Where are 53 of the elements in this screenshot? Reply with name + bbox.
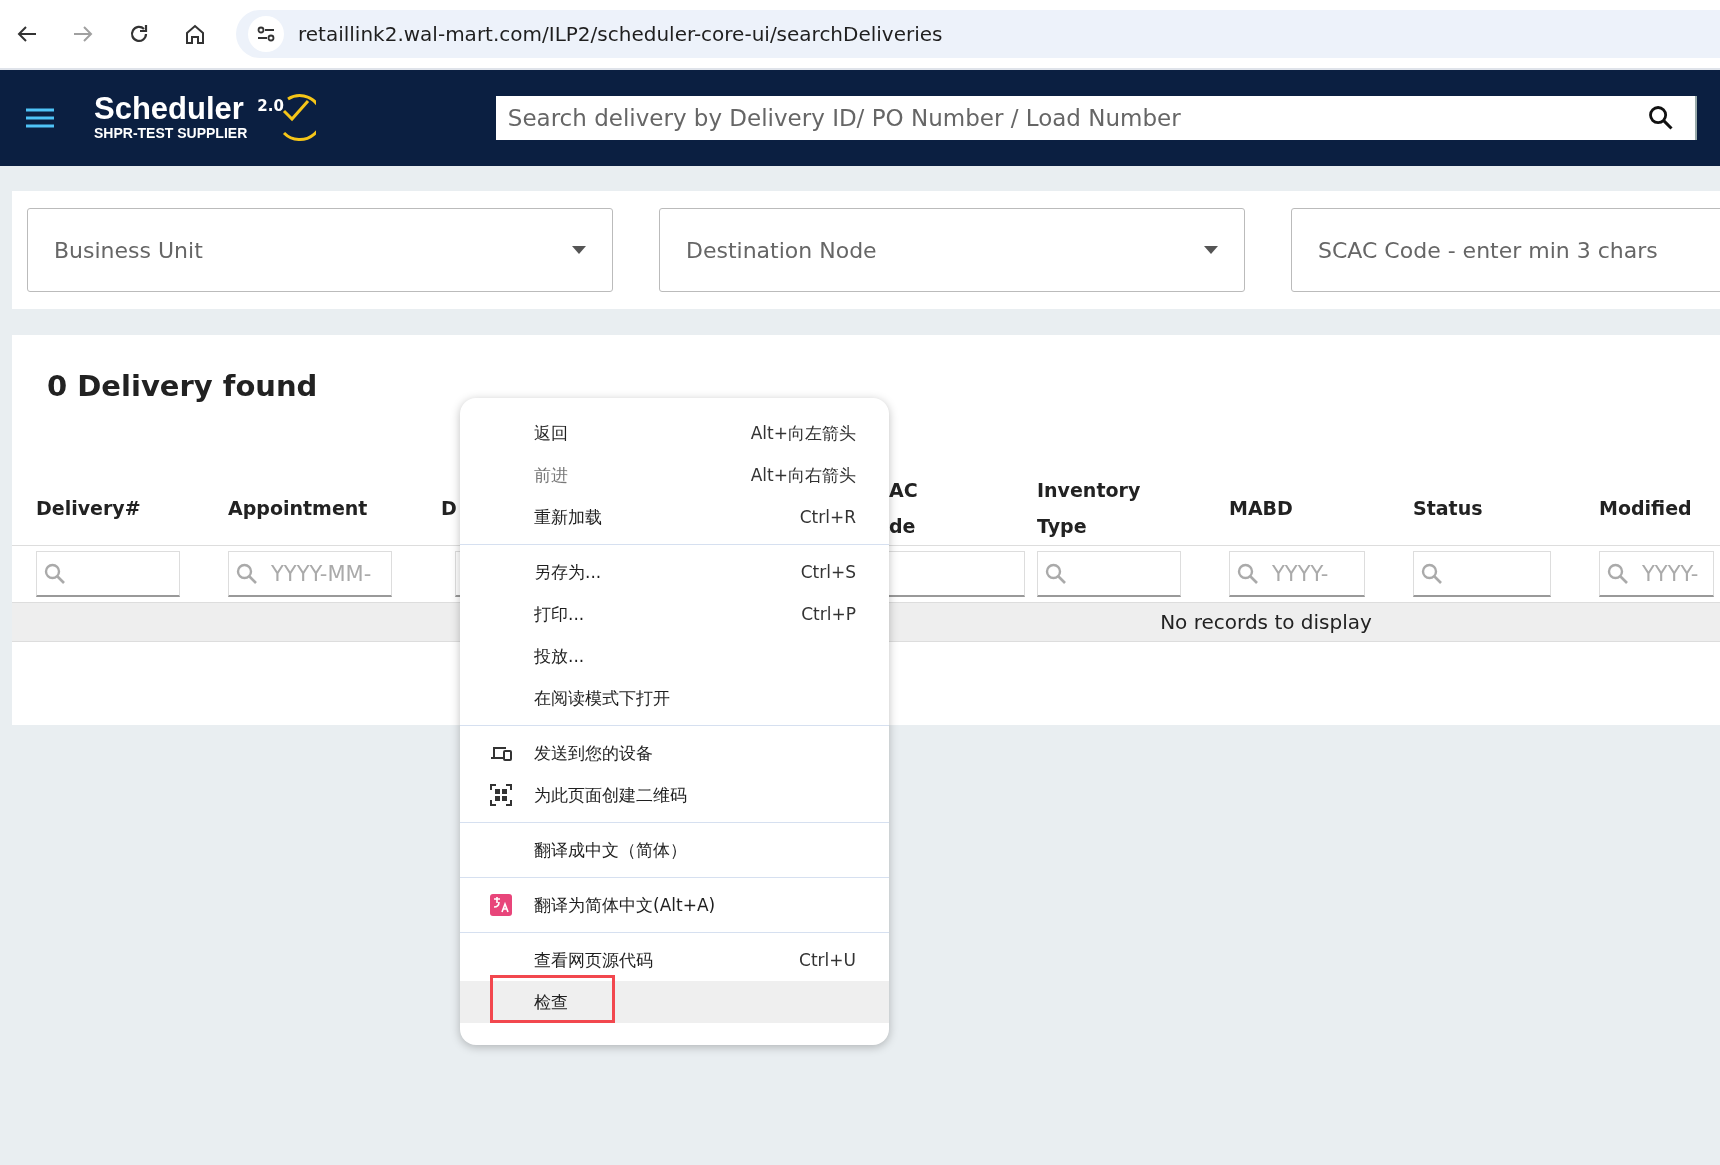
menu-item[interactable]: 为此页面创建二维码 <box>460 774 889 816</box>
search-icon <box>1420 561 1444 586</box>
menu-item[interactable]: 投放... <box>460 635 889 677</box>
menu-item[interactable]: 打印... Ctrl+P <box>460 593 889 635</box>
site-settings-button[interactable] <box>248 16 284 52</box>
translate-icon <box>490 894 512 916</box>
column-header: Modified <box>1599 496 1692 521</box>
results-title: 0 Delivery found <box>46 368 319 405</box>
menu-item[interactable]: 另存为... Ctrl+S <box>460 551 889 593</box>
column-header: de <box>889 514 916 539</box>
search-icon <box>43 561 67 586</box>
caret-icon <box>572 246 586 254</box>
search-icon <box>235 561 259 586</box>
sliders-icon <box>256 24 276 44</box>
delivery-search-field[interactable]: Search delivery by Delivery ID/ PO Number / Load Number <box>495 96 1697 140</box>
column-header: Inventory <box>1037 478 1141 503</box>
search-icon <box>1647 104 1675 132</box>
menu-item[interactable]: 检查 <box>460 981 889 1023</box>
column-filter-field[interactable] <box>1413 551 1551 597</box>
version-label: 2.0 <box>257 97 284 115</box>
reload-icon <box>128 23 150 45</box>
caret-icon <box>1204 246 1218 254</box>
app-title: Scheduler <box>94 93 245 125</box>
dropdown-field[interactable]: Business Unit <box>27 208 613 292</box>
search-icon <box>1044 561 1068 586</box>
column-header: Status <box>1413 496 1483 521</box>
column-header: AC <box>889 478 918 503</box>
column-header: Appointment <box>228 496 368 521</box>
menu-item[interactable]: 重新加载 Ctrl+R <box>460 496 889 538</box>
search-icon <box>1236 561 1260 586</box>
menu-item[interactable]: 翻译为简体中文(Alt+A) <box>460 884 889 926</box>
column-filter-field[interactable]: YYYY- <box>1229 551 1365 597</box>
menu-icon <box>26 108 54 128</box>
column-header: Delivery# <box>36 496 141 521</box>
column-filter-field[interactable]: YYYY- <box>1599 551 1714 597</box>
menu-item[interactable]: 查看网页源代码 Ctrl+U <box>460 939 889 981</box>
qr-code-icon <box>490 784 512 806</box>
column-header: Type <box>1037 514 1087 539</box>
input-field[interactable]: SCAC Code - enter min 3 chars <box>1291 208 1720 292</box>
menu-item[interactable]: 翻译成中文（简体） <box>460 829 889 871</box>
column-filter-field[interactable]: YYYY-MM- <box>228 551 392 597</box>
column-header: MABD <box>1229 496 1293 521</box>
menu-item[interactable]: 发送到您的设备 <box>460 732 889 774</box>
home-icon <box>184 23 206 45</box>
menu-item[interactable]: 返回 Alt+向左箭头 <box>460 412 889 454</box>
column-header: D <box>441 496 457 521</box>
dropdown-field[interactable]: Destination Node <box>659 208 1245 292</box>
empty-message: No records to display <box>1160 610 1372 634</box>
menu-item[interactable]: 在阅读模式下打开 <box>460 677 889 719</box>
column-filter-field[interactable] <box>1037 551 1181 597</box>
search-icon <box>1606 561 1630 586</box>
supplier-name: SHPR-TEST SUPPLIER <box>94 125 248 141</box>
column-filter-field[interactable] <box>36 551 180 597</box>
